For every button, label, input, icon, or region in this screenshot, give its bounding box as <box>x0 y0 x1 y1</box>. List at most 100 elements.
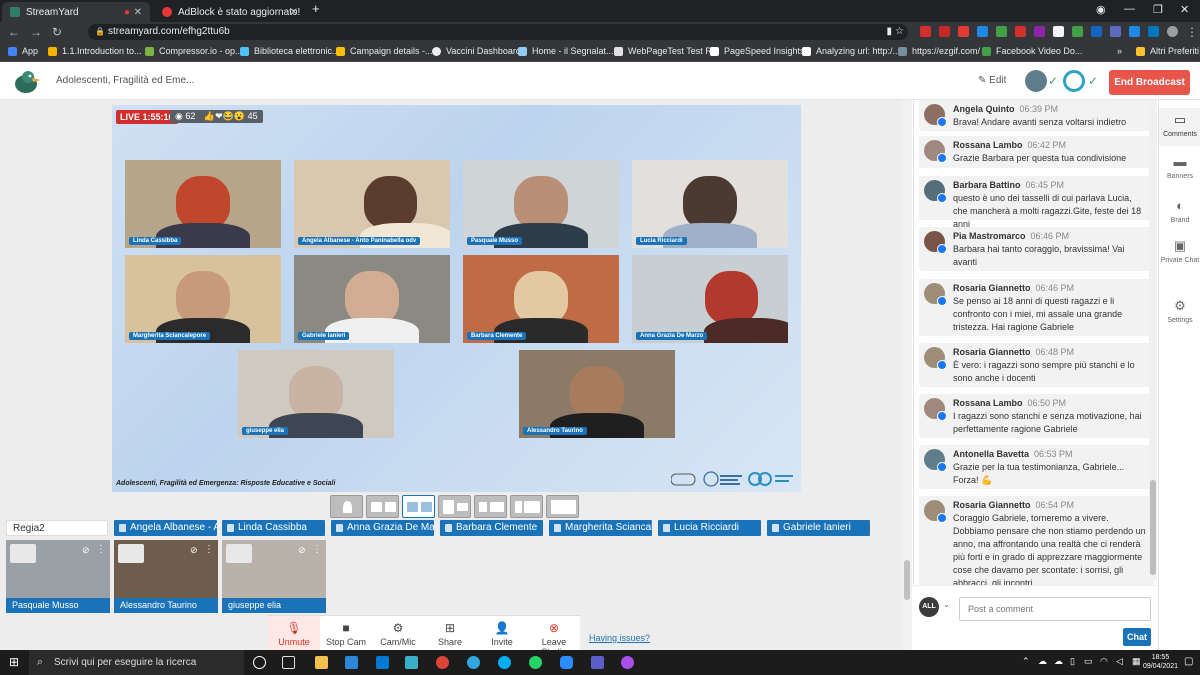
extension-icon[interactable] <box>1110 26 1121 37</box>
cam-mic-settings-button[interactable]: ⚙ Cam/Mic <box>372 616 424 651</box>
skype-icon[interactable] <box>498 656 511 669</box>
star-icon[interactable]: ☆ <box>895 24 904 40</box>
comment-item[interactable]: Rosaria Giannetto 06:48 PM È vero: i raga… <box>919 343 1154 387</box>
more-options-icon[interactable]: ⋮ <box>96 544 106 555</box>
backstage-card[interactable]: ⊘ ⋮ Alessandro Taurino <box>114 540 218 613</box>
abp-extension-icon[interactable] <box>920 26 931 37</box>
guest-pill[interactable]: Lucia Ricciardi <box>658 520 761 536</box>
chevron-down-icon[interactable]: ⌄ <box>943 600 950 609</box>
post-comment-input[interactable] <box>959 597 1151 621</box>
rail-comments[interactable]: ▭ Comments <box>1159 108 1200 146</box>
layout-thin-button[interactable] <box>366 495 399 518</box>
more-options-icon[interactable]: ⋮ <box>312 544 322 555</box>
bookmark-item[interactable]: Vaccini Dashboard <box>432 46 521 56</box>
bookmark-item[interactable]: https://ezgif.com/ <box>898 46 980 56</box>
edit-button[interactable]: ✎ Edit <box>978 75 1006 86</box>
show-on-stage-icon[interactable] <box>10 544 36 563</box>
bookmark-item[interactable]: Facebook Video Do... <box>982 46 1082 56</box>
window-close-icon[interactable]: ✕ <box>1180 3 1189 16</box>
notification-icon[interactable]: ▢ <box>1184 656 1193 667</box>
bookmark-item[interactable]: Home - il Segnalat... <box>518 46 614 56</box>
broadcast-title[interactable]: Adolescenti, Fragilità ed Eme... <box>56 75 194 86</box>
layout-fullscreen-button[interactable] <box>546 495 579 518</box>
leave-studio-button[interactable]: ⊗Leave Studio <box>528 616 580 657</box>
minimize-icon[interactable]: — <box>1124 3 1135 15</box>
close-icon[interactable]: ✕ <box>134 7 142 18</box>
comment-item[interactable]: Rossana Lambo 06:50 PM I ragazzi sono sta… <box>919 394 1154 438</box>
share-screen-button[interactable]: ⊞ Share <box>424 616 476 651</box>
taskbar-search[interactable]: ⌕ Scrivi qui per eseguire la ricerca <box>29 650 244 675</box>
chat-send-button[interactable]: Chat <box>1123 628 1151 646</box>
destination-facebook-avatar[interactable] <box>1025 70 1047 92</box>
camera-icon[interactable]: ▮ <box>886 24 892 40</box>
rail-brand[interactable]: ◐ Brand <box>1159 198 1200 232</box>
new-tab-icon[interactable]: + <box>312 1 320 16</box>
comment-item[interactable]: Rossana Lambo 06:42 PM Grazie Barbara per… <box>919 136 1154 168</box>
mic-off-icon[interactable]: ⊘ <box>190 545 201 556</box>
more-options-icon[interactable]: ⋮ <box>204 544 214 555</box>
extension-icon[interactable] <box>1053 26 1064 37</box>
layout-sidebar-button[interactable] <box>510 495 543 518</box>
zoom-icon[interactable] <box>560 656 573 669</box>
bookmark-item[interactable]: Compressor.io - op... <box>145 46 243 56</box>
tab-streamyard[interactable]: StreamYard ● ✕ <box>2 2 150 22</box>
stop-cam-button[interactable]: ■ Stop Cam <box>320 616 372 651</box>
stage-video-tile[interactable]: Anna Grazia De Marzo <box>632 255 788 343</box>
having-issues-link[interactable]: Having issues? <box>589 633 650 643</box>
comments-scrollbar[interactable] <box>1149 100 1157 580</box>
profile-menu-icon[interactable]: ◉ <box>1096 3 1106 16</box>
guest-pill[interactable]: Regia2 <box>6 520 108 536</box>
guest-pill[interactable]: Anna Grazia De Marzo <box>331 520 434 536</box>
mic-off-icon[interactable]: ⊘ <box>298 545 309 556</box>
stage-video-tile[interactable]: Angela Albanese - Anto Paninabella odv <box>294 160 450 248</box>
stage-video-tile[interactable]: Margherita Sciancalepore <box>125 255 281 343</box>
stage-video-tile[interactable]: Barbara Clemente <box>463 255 619 343</box>
invite-button[interactable]: 👤 Invite <box>476 616 528 651</box>
guest-pill[interactable]: Barbara Clemente <box>440 520 543 536</box>
bookmark-item[interactable]: Campaign details -... <box>336 46 433 56</box>
whatsapp-icon[interactable] <box>529 656 542 669</box>
more-menu-icon[interactable]: ⋮ <box>1186 25 1198 39</box>
layout-solo-button[interactable] <box>330 495 363 518</box>
extension-icon[interactable] <box>977 26 988 37</box>
studio-scrollbar[interactable] <box>902 100 912 650</box>
guest-pill[interactable]: Gabriele Ianieri <box>767 520 870 536</box>
comment-item[interactable]: Pia Mastromarco 06:46 PM Barbara hai tant… <box>919 227 1154 271</box>
rail-settings[interactable]: ⚙ Settings <box>1159 298 1200 332</box>
volume-icon[interactable]: ◁ <box>1116 656 1123 667</box>
guest-pill[interactable]: Linda Cassibba <box>222 520 325 536</box>
layout-screen-button[interactable] <box>474 495 507 518</box>
url-input[interactable]: 🔒 streamyard.com/efhg2ttu6b ▮ ☆ <box>88 24 908 40</box>
usb-icon[interactable]: ▯ <box>1070 656 1075 667</box>
extension-icon[interactable] <box>1091 26 1102 37</box>
guest-pill[interactable]: Margherita Sciancale... <box>549 520 652 536</box>
cloud-icon[interactable]: ☁ <box>1038 656 1047 667</box>
bookmark-item[interactable]: WebPageTest Test R... <box>614 46 719 56</box>
reload-icon[interactable]: ↻ <box>52 25 62 39</box>
system-clock[interactable]: 18:55 09/04/2021 <box>1143 653 1178 671</box>
chrome-icon[interactable] <box>436 656 449 669</box>
rail-private-chat[interactable]: ▣ Private Chat <box>1159 238 1200 282</box>
extension-icon[interactable] <box>1015 26 1026 37</box>
show-on-stage-icon[interactable] <box>226 544 252 563</box>
messenger-icon[interactable] <box>621 656 634 669</box>
layout-leader-button[interactable] <box>438 495 471 518</box>
forward-icon[interactable]: → <box>30 25 42 39</box>
destination-youtube-avatar[interactable] <box>1063 70 1085 92</box>
file-explorer-icon[interactable] <box>315 656 328 669</box>
tab-adblock[interactable]: AdBlock è stato aggiornato! ✕ <box>154 2 306 22</box>
app-l-icon[interactable] <box>405 656 418 669</box>
language-icon[interactable]: ▦ <box>1132 656 1141 667</box>
extension-icon[interactable] <box>939 26 950 37</box>
stage-video-tile[interactable]: Alessandro Taurino <box>519 350 675 438</box>
extension-icon[interactable] <box>1034 26 1045 37</box>
show-on-stage-icon[interactable] <box>118 544 144 563</box>
comment-item[interactable]: Barbara Battino 06:45 PM questo è uno dei… <box>919 176 1154 229</box>
stage-video-tile[interactable]: giuseppe elia <box>238 350 394 438</box>
comment-item[interactable]: Rosaria Giannetto 06:54 PM Coraggio Gabri… <box>919 496 1154 588</box>
cortana-icon[interactable] <box>253 656 266 669</box>
comment-item[interactable]: Angela Quinto 06:39 PM Brava! Andare avan… <box>919 100 1154 131</box>
extension-icon[interactable] <box>1129 26 1140 37</box>
bookmark-item[interactable]: Biblioteca elettronic... <box>240 46 340 56</box>
cloud-icon[interactable]: ☁ <box>1054 656 1063 667</box>
